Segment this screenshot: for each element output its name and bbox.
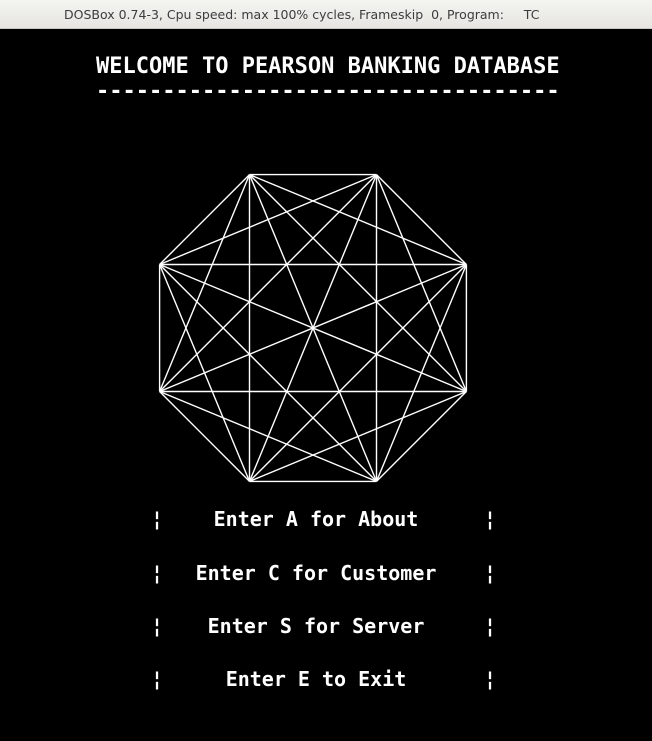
dos-screen[interactable]: WELCOME TO PEARSON BANKING DATABASE ----… [0,29,652,741]
menu-item-customer: ¦ Enter C for Customer ¦ [0,561,652,591]
octagon-line [159,391,250,482]
octagon-line [376,174,467,265]
menu-label: Enter A for About [213,507,419,531]
octagon-line [249,174,467,392]
octagon-line [159,173,377,266]
menu-left-bar: ¦ [151,561,164,585]
octagon-line [159,174,250,265]
octagon-line [375,264,468,482]
menu-left-bar: ¦ [151,507,164,531]
menu-right-bar: ¦ [484,507,497,531]
octagon-line [159,264,377,482]
octagon-line [159,174,377,392]
menu-item-about: ¦ Enter A for About ¦ [0,507,652,537]
menu-label: Enter E to Exit [225,667,407,691]
menu-label: Enter S for Server [207,614,425,638]
menu-item-exit: ¦ Enter E to Exit ¦ [0,667,652,697]
menu-right-bar: ¦ [484,614,497,638]
menu-right-bar: ¦ [484,561,497,585]
menu-left-bar: ¦ [151,614,164,638]
menu-left-bar: ¦ [151,667,164,691]
menu-label: Enter C for Customer [195,561,437,585]
octagon-line [249,264,467,482]
octagon-line [376,391,467,482]
window-titlebar[interactable]: DOSBox 0.74-3, Cpu speed: max 100% cycle… [0,0,652,29]
window-title: DOSBox 0.74-3, Cpu speed: max 100% cycle… [64,7,540,22]
menu-right-bar: ¦ [484,667,497,691]
octagon-line [249,173,467,266]
octagon-line [158,174,251,392]
menu-item-server: ¦ Enter S for Server ¦ [0,614,652,644]
